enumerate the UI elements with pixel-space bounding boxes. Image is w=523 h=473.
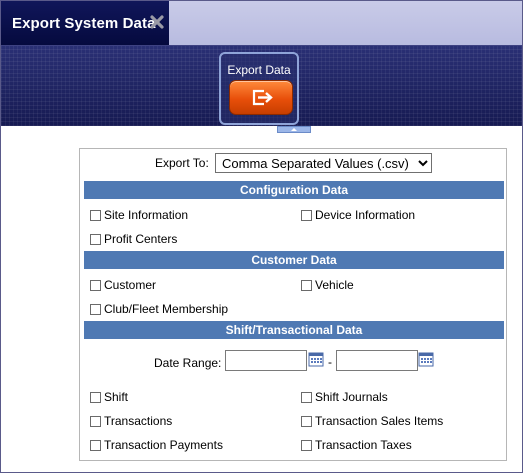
tab-title: Export System Data — [12, 15, 156, 32]
site-information-checkbox[interactable]: Site Information — [90, 208, 188, 222]
app-window: Export System Data Export Data Export To… — [0, 0, 523, 473]
shift-checkbox[interactable]: Shift — [90, 390, 128, 404]
collapse-toolbar-toggle[interactable] — [277, 126, 311, 133]
checkbox-label: Transactions — [104, 414, 173, 428]
checkbox-box[interactable] — [90, 392, 101, 403]
checkbox-label: Vehicle — [315, 278, 354, 292]
export-data-button[interactable]: Export Data — [219, 52, 299, 125]
date-range-separator: - — [328, 355, 332, 369]
checkbox-box[interactable] — [301, 440, 312, 451]
checkbox-box[interactable] — [90, 210, 101, 221]
export-icon — [229, 80, 293, 115]
tab-bar: Export System Data — [1, 1, 522, 46]
checkbox-label: Shift Journals — [315, 390, 388, 404]
tab-export-system-data[interactable]: Export System Data — [1, 1, 169, 45]
transaction-taxes-checkbox[interactable]: Transaction Taxes — [301, 438, 412, 452]
checkbox-box[interactable] — [90, 440, 101, 451]
calendar-icon[interactable] — [308, 351, 324, 367]
date-range-start-input[interactable] — [225, 350, 307, 371]
checkbox-box[interactable] — [301, 392, 312, 403]
transactions-checkbox[interactable]: Transactions — [90, 414, 172, 428]
checkbox-label: Customer — [104, 278, 157, 292]
close-icon[interactable] — [149, 14, 165, 30]
checkbox-box[interactable] — [90, 416, 101, 427]
checkbox-box[interactable] — [90, 280, 101, 291]
checkbox-label: Transaction Sales Items — [315, 414, 444, 428]
checkbox-box[interactable] — [90, 234, 101, 245]
date-range-label: Date Range: — [154, 356, 222, 370]
customer-data-header: Customer Data — [84, 251, 504, 269]
checkbox-box[interactable] — [301, 280, 312, 291]
export-format-row: Export To: Comma Separated Values (.csv) — [80, 153, 506, 173]
checkbox-label: Profit Centers — [104, 232, 178, 246]
profit-centers-checkbox[interactable]: Profit Centers — [90, 232, 177, 246]
vehicle-checkbox[interactable]: Vehicle — [301, 278, 354, 292]
toolbar: Export Data — [1, 46, 522, 126]
device-information-checkbox[interactable]: Device Information — [301, 208, 415, 222]
transaction-sales-items-checkbox[interactable]: Transaction Sales Items — [301, 414, 443, 428]
checkbox-box[interactable] — [301, 210, 312, 221]
checkbox-label: Site Information — [104, 208, 189, 222]
transaction-payments-checkbox[interactable]: Transaction Payments — [90, 438, 223, 452]
calendar-icon[interactable] — [418, 351, 434, 367]
chevron-up-icon — [291, 128, 297, 131]
export-to-label: Export To: — [155, 156, 209, 170]
shift-transactional-data-header: Shift/Transactional Data — [84, 321, 504, 339]
checkbox-label: Club/Fleet Membership — [104, 302, 229, 316]
export-format-select[interactable]: Comma Separated Values (.csv) — [215, 153, 432, 173]
date-range-end-input[interactable] — [336, 350, 418, 371]
checkbox-label: Transaction Payments — [104, 438, 223, 452]
club-fleet-membership-checkbox[interactable]: Club/Fleet Membership — [90, 302, 228, 316]
export-data-label: Export Data — [227, 63, 291, 77]
export-options-panel: Export To: Comma Separated Values (.csv)… — [79, 148, 507, 461]
configuration-data-header: Configuration Data — [84, 181, 504, 199]
customer-checkbox[interactable]: Customer — [90, 278, 156, 292]
checkbox-box[interactable] — [90, 304, 101, 315]
checkbox-label: Device Information — [315, 208, 416, 222]
checkbox-label: Shift — [104, 390, 129, 404]
checkbox-label: Transaction Taxes — [315, 438, 412, 452]
shift-journals-checkbox[interactable]: Shift Journals — [301, 390, 388, 404]
checkbox-box[interactable] — [301, 416, 312, 427]
